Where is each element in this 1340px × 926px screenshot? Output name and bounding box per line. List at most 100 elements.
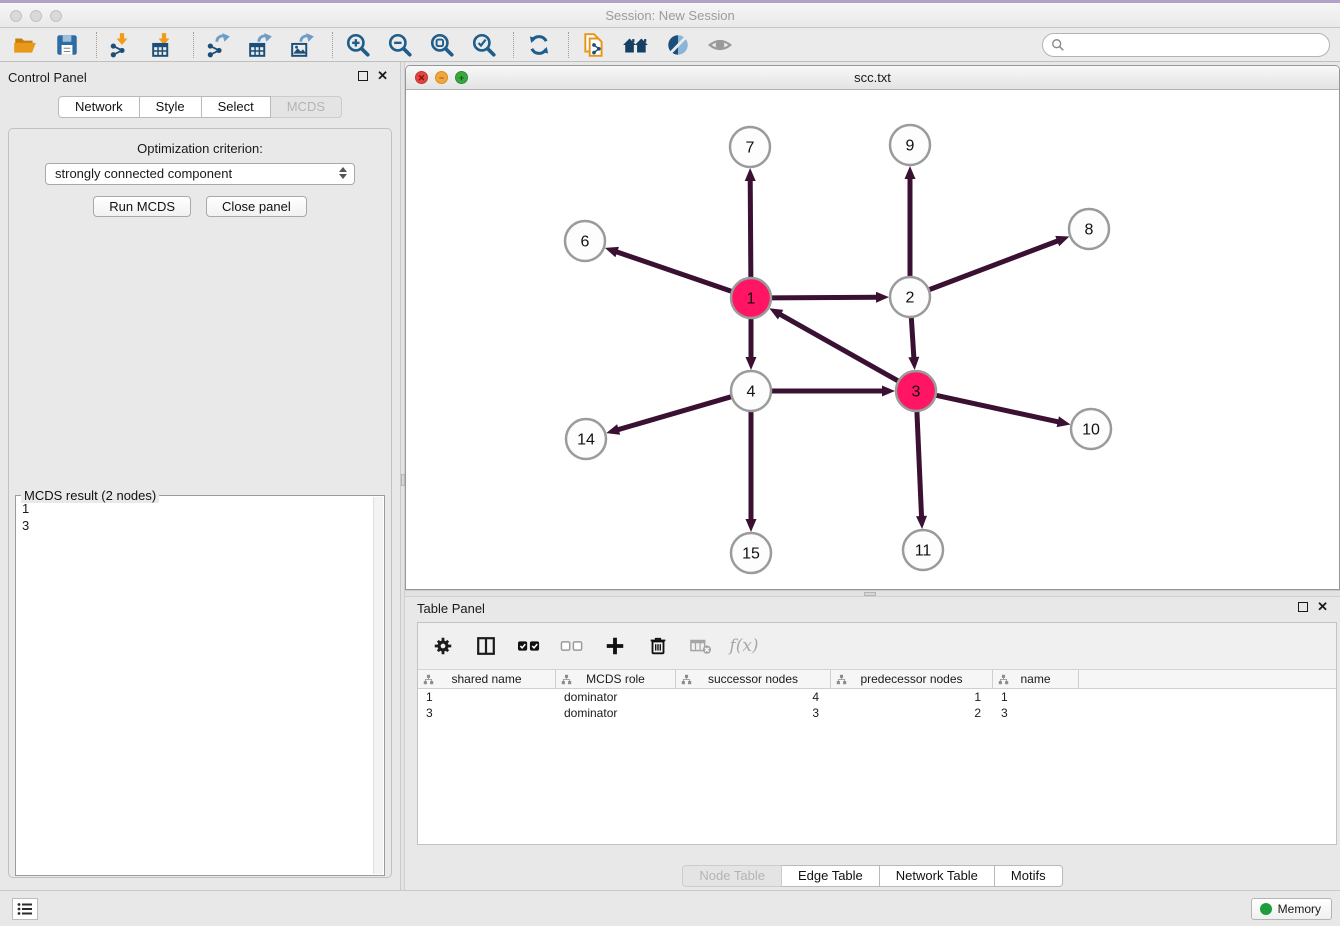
toolbar-separator <box>193 32 194 58</box>
divider-handle[interactable] <box>864 592 876 596</box>
close-table-panel-icon[interactable]: ✕ <box>1317 602 1328 612</box>
edge-arrow-icon <box>745 168 756 181</box>
float-panel-icon[interactable] <box>358 71 368 81</box>
table-cell[interactable]: 3 <box>676 705 831 721</box>
select-all-icon[interactable] <box>516 633 542 659</box>
mcds-panel: Optimization criterion: strongly connect… <box>8 128 392 878</box>
table-row[interactable]: 1dominator411 <box>418 689 1336 705</box>
table-row[interactable]: 3dominator323 <box>418 705 1336 721</box>
criterion-value: strongly connected component <box>55 166 232 181</box>
tab-node-table[interactable]: Node Table <box>682 865 782 887</box>
result-scrollbar[interactable] <box>373 497 383 874</box>
column-type-icon <box>681 674 692 685</box>
zoom-in-icon[interactable] <box>343 31 373 59</box>
control-panel-tabs: NetworkStyleSelectMCDS <box>58 96 342 118</box>
mcds-result-title: MCDS result (2 nodes) <box>21 488 159 503</box>
delete-column-icon[interactable] <box>645 633 671 659</box>
column-header-predecessor-nodes[interactable]: predecessor nodes <box>831 670 993 688</box>
window-title: Session: New Session <box>0 8 1340 23</box>
export-image-icon[interactable] <box>288 31 318 59</box>
zoom-selected-icon[interactable] <box>469 31 499 59</box>
edge-2-3[interactable] <box>911 317 914 359</box>
export-network-icon[interactable] <box>204 31 234 59</box>
delete-table-icon <box>688 633 714 659</box>
edge-4-14[interactable] <box>617 397 732 430</box>
tab-edge-table[interactable]: Edge Table <box>782 865 880 887</box>
table-cell[interactable]: 3 <box>418 705 556 721</box>
status-bar: Memory <box>0 890 1340 926</box>
optimization-criterion-label: Optimization criterion: <box>9 141 391 156</box>
home-icon[interactable] <box>621 31 651 59</box>
tab-select[interactable]: Select <box>202 96 271 118</box>
graph-node-label: 8 <box>1085 222 1094 239</box>
graph-node-label: 11 <box>915 543 932 560</box>
edge-3-1[interactable] <box>779 314 899 381</box>
table-cell[interactable]: 4 <box>676 689 831 705</box>
edge-arrow-icon <box>746 519 757 532</box>
column-visibility-icon[interactable] <box>473 633 499 659</box>
table-cell[interactable]: 1 <box>831 689 993 705</box>
tab-mcds[interactable]: MCDS <box>271 96 342 118</box>
tab-network-table[interactable]: Network Table <box>880 865 995 887</box>
graph-node-label: 9 <box>906 138 915 155</box>
column-header-shared-name[interactable]: shared name <box>418 670 556 688</box>
import-network-icon[interactable] <box>107 31 137 59</box>
mcds-result-group: MCDS result (2 nodes) 13 <box>15 495 385 876</box>
table-cell[interactable]: dominator <box>556 689 676 705</box>
float-table-panel-icon[interactable] <box>1298 602 1308 612</box>
close-panel-icon[interactable]: ✕ <box>377 71 388 81</box>
zoom-fit-icon[interactable] <box>427 31 457 59</box>
mcds-result-item: 3 <box>22 517 378 534</box>
edge-arrow-icon <box>1057 416 1071 427</box>
clone-network-icon[interactable] <box>579 31 609 59</box>
table-cell[interactable]: 1 <box>418 689 556 705</box>
edge-3-11[interactable] <box>917 411 922 518</box>
node-table-container: f(x) shared nameMCDS rolesuccessor nodes… <box>417 622 1337 845</box>
task-history-button[interactable] <box>12 898 38 920</box>
edge-1-2[interactable] <box>771 297 878 298</box>
settings-gear-icon[interactable] <box>430 633 456 659</box>
table-cell[interactable]: 2 <box>831 705 993 721</box>
memory-button[interactable]: Memory <box>1251 898 1332 920</box>
export-table-icon[interactable] <box>246 31 276 59</box>
column-header-successor-nodes[interactable]: successor nodes <box>676 670 831 688</box>
edge-3-10[interactable] <box>936 395 1060 422</box>
edge-2-8[interactable] <box>929 240 1059 290</box>
column-type-icon <box>836 674 847 685</box>
graph-node-label: 3 <box>912 384 921 401</box>
edge-arrow-icon <box>905 166 916 179</box>
toggle-style-icon[interactable] <box>663 31 693 59</box>
add-column-icon[interactable] <box>602 633 628 659</box>
graph-node-label: 15 <box>742 546 760 563</box>
save-session-icon[interactable] <box>52 31 82 59</box>
edge-1-7[interactable] <box>750 179 751 278</box>
toolbar-separator <box>332 32 333 58</box>
run-mcds-button[interactable]: Run MCDS <box>93 196 191 217</box>
window-titlebar: Session: New Session <box>0 0 1340 28</box>
edge-1-6[interactable] <box>615 251 732 291</box>
tab-style[interactable]: Style <box>140 96 202 118</box>
column-header-MCDS-role[interactable]: MCDS role <box>556 670 676 688</box>
zoom-out-icon[interactable] <box>385 31 415 59</box>
edge-arrow-icon <box>605 247 619 257</box>
refresh-layout-icon[interactable] <box>524 31 554 59</box>
tab-network[interactable]: Network <box>58 96 140 118</box>
search-input[interactable] <box>1042 33 1330 57</box>
search-icon <box>1051 38 1065 52</box>
criterion-select[interactable]: strongly connected component <box>45 163 355 185</box>
table-cell[interactable]: 1 <box>993 689 1079 705</box>
table-cell[interactable]: 3 <box>993 705 1079 721</box>
open-session-icon[interactable] <box>10 31 40 59</box>
graph-node-label: 10 <box>1082 422 1100 439</box>
table-cell[interactable]: dominator <box>556 705 676 721</box>
close-panel-button[interactable]: Close panel <box>206 196 307 217</box>
column-header-name[interactable]: name <box>993 670 1079 688</box>
function-builder-icon: f(x) <box>731 633 757 659</box>
tab-motifs[interactable]: Motifs <box>995 865 1063 887</box>
network-table-divider[interactable] <box>405 590 1340 597</box>
deselect-all-icon[interactable] <box>559 633 585 659</box>
show-hide-icon[interactable] <box>705 31 735 59</box>
import-table-icon[interactable] <box>149 31 179 59</box>
network-canvas[interactable]: 7968124314101511 <box>406 90 1339 589</box>
table-panel: Table Panel ✕ <box>405 597 1340 890</box>
